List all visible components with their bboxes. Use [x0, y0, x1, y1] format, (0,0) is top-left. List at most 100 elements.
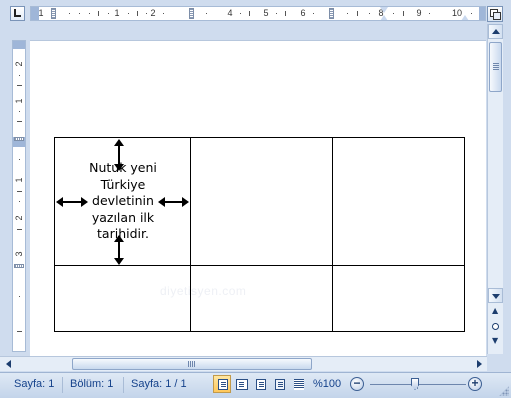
ruler-dot — [19, 201, 20, 202]
scroll-down-button[interactable] — [488, 288, 503, 303]
arrow-left-icon — [6, 360, 11, 368]
arrow-right-icon — [81, 197, 88, 207]
table-cell[interactable] — [54, 265, 191, 332]
ruler-tick — [17, 85, 22, 86]
scroll-left-button[interactable] — [2, 357, 17, 371]
arrow-up-icon — [114, 139, 124, 146]
hanging-indent-marker[interactable] — [380, 15, 388, 20]
vertical-ruler[interactable]: 2 1 1 2 3 — [12, 40, 26, 352]
right-margin-zone — [479, 7, 485, 20]
top-margin-zone — [13, 41, 25, 49]
arrow-down-icon — [114, 258, 124, 265]
table-cell[interactable] — [332, 265, 465, 332]
zoom-level[interactable]: %100 — [313, 378, 341, 390]
ruler-label: 4 — [227, 8, 233, 18]
table-row: Nutuk yeni Türkiye devletinin yazılan il… — [54, 137, 465, 266]
table-row — [54, 265, 465, 332]
ruler-label: 1 — [14, 177, 24, 183]
status-bar: Sayfa: 1 Bölüm: 1 Sayfa: 1 / 1 %100 − + — [0, 372, 511, 398]
previous-page-button[interactable]: ▲ — [488, 306, 503, 319]
ruler-label: 6 — [300, 8, 306, 18]
ruler-dot — [69, 13, 70, 14]
ruler-tick — [137, 11, 138, 16]
ruler-tick — [357, 11, 358, 16]
ruler-dot — [471, 13, 472, 14]
arrow-left-icon — [56, 197, 63, 207]
tab-stop-selector[interactable] — [10, 6, 25, 21]
arrow-down-icon — [492, 294, 500, 299]
resize-grip-icon[interactable] — [499, 386, 509, 396]
column-marker[interactable] — [329, 8, 334, 19]
table-cell[interactable] — [190, 137, 333, 266]
ruler-label: 2 — [14, 215, 24, 221]
ruler-dot — [19, 296, 20, 297]
grip-icon — [188, 361, 195, 367]
vertical-scroll-thumb[interactable] — [489, 42, 502, 92]
ruler-dot — [89, 13, 90, 14]
horizontal-scrollbar[interactable] — [0, 356, 487, 371]
ruler-dot — [163, 13, 164, 14]
ruler-dot — [108, 13, 109, 14]
ruler-dot — [146, 13, 147, 14]
ruler-tick — [17, 191, 22, 192]
column-marker[interactable] — [51, 8, 56, 19]
ruler-dot — [19, 75, 20, 76]
web-layout-icon — [256, 379, 266, 390]
left-tab-icon — [14, 9, 21, 17]
ruler-tick — [98, 11, 99, 16]
full-screen-reading-icon — [236, 379, 248, 390]
ruler-dot — [19, 159, 20, 160]
page-number-status[interactable]: Sayfa: 1 — [14, 378, 54, 390]
full-screen-reading-button[interactable] — [232, 375, 250, 393]
horizontal-scroll-thumb[interactable] — [72, 358, 312, 370]
next-page-button[interactable]: ▼ — [488, 335, 503, 348]
first-line-indent-marker[interactable] — [380, 7, 388, 13]
ruler-tick — [285, 11, 286, 16]
ruler-dot — [206, 13, 207, 14]
arrow-down-icon — [114, 164, 124, 171]
ruler-dot — [240, 13, 241, 14]
table-cell[interactable]: Nutuk yeni Türkiye devletinin yazılan il… — [54, 137, 191, 266]
document-table[interactable]: Nutuk yeni Türkiye devletinin yazılan il… — [54, 137, 465, 332]
arrow-left-icon — [158, 197, 165, 207]
double-arrow-up-icon: ▲ — [492, 306, 499, 315]
row-marker[interactable] — [14, 264, 24, 268]
web-layout-button[interactable] — [251, 375, 269, 393]
view-ruler-button[interactable] — [487, 6, 503, 22]
ruler-dot — [369, 13, 370, 14]
ruler-tick — [403, 11, 404, 16]
ruler-dot — [79, 13, 80, 14]
print-layout-button[interactable] — [213, 375, 231, 393]
ruler-label: 5 — [263, 8, 269, 18]
zoom-out-button[interactable]: − — [350, 377, 364, 391]
status-divider — [123, 377, 124, 393]
row-marker[interactable] — [14, 137, 24, 141]
ruler-label: 2 — [14, 61, 24, 67]
horizontal-ruler[interactable]: 1 1 2 4 5 6 8 9 10 — [30, 6, 486, 21]
ruler-label: 1 — [14, 98, 24, 104]
section-status[interactable]: Bölüm: 1 — [70, 378, 113, 390]
ruler-dot — [276, 13, 277, 14]
zoom-in-button[interactable]: + — [468, 377, 482, 391]
ruler-label: 1 — [38, 8, 44, 18]
double-arrow-down-icon: ▼ — [492, 336, 499, 345]
right-indent-marker[interactable] — [461, 15, 469, 20]
draft-button[interactable] — [289, 375, 307, 393]
ruler-page-icon — [493, 12, 501, 20]
ruler-dot — [128, 13, 129, 14]
column-marker[interactable] — [189, 8, 194, 19]
table-cell[interactable] — [332, 137, 465, 266]
ruler-dot — [393, 13, 394, 14]
outline-button[interactable] — [270, 375, 288, 393]
table-cell[interactable] — [190, 265, 333, 332]
print-layout-icon — [218, 379, 228, 390]
arrow-up-icon — [114, 235, 124, 242]
select-browse-object-button[interactable] — [488, 320, 503, 333]
scroll-up-button[interactable] — [488, 24, 503, 39]
scroll-right-button[interactable] — [472, 357, 487, 371]
ruler-label: 9 — [416, 8, 422, 18]
vertical-scrollbar[interactable]: ▲ ▼ — [487, 24, 503, 354]
outline-icon — [275, 379, 285, 390]
document-page[interactable]: diyetisyen.com Nutuk yeni Türkiye devlet… — [30, 40, 486, 356]
page-count-status[interactable]: Sayfa: 1 / 1 — [131, 378, 187, 390]
